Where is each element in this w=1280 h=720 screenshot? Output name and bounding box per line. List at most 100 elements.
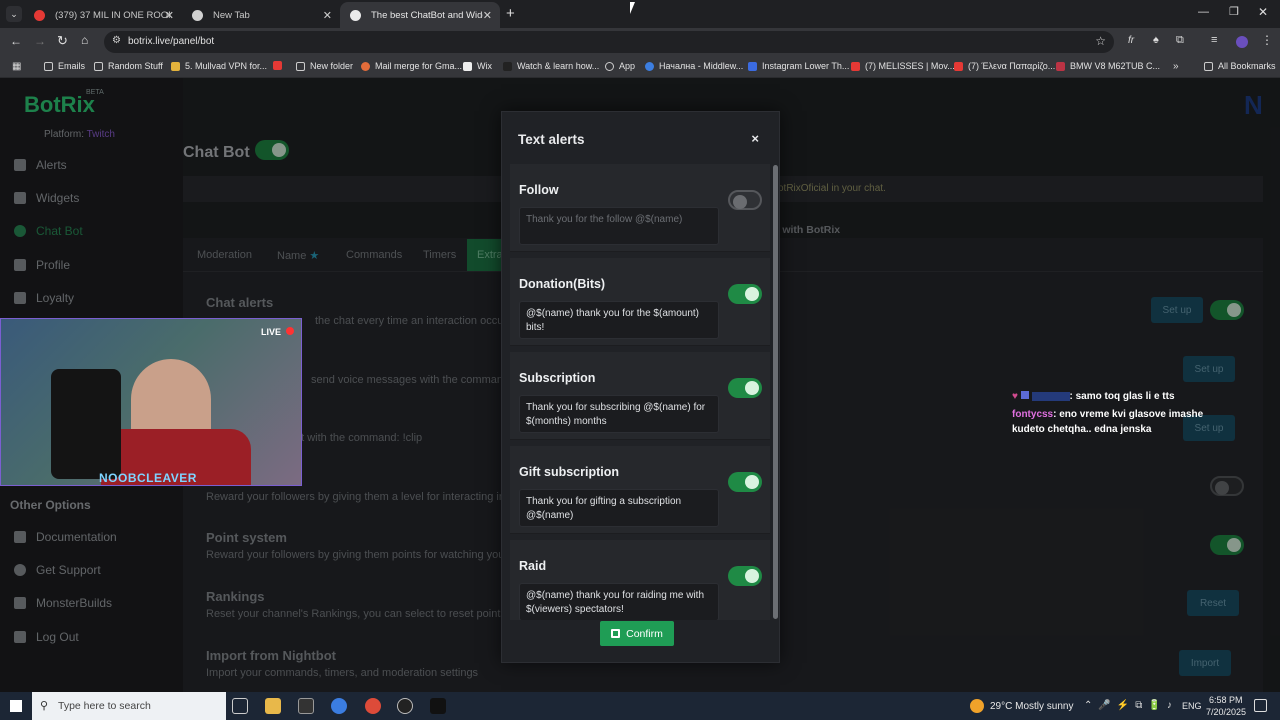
bookmark-random-stuff[interactable]: Random Stuff — [94, 61, 163, 71]
bookmark-label: Начална - Middlew... — [659, 61, 744, 71]
alert-follow: Follow Thank you for the follow @$(name) — [510, 164, 770, 252]
bookmark-label: All Bookmarks — [1218, 61, 1276, 71]
puzzle-icon[interactable]: ⧉ — [1176, 34, 1184, 47]
extension-icon[interactable]: fr — [1128, 35, 1134, 46]
chrome-icon[interactable] — [365, 698, 381, 714]
close-icon[interactable]: ✕ — [483, 9, 492, 22]
browser-tab-1[interactable]: (379) 37 MIL IN ONE ROOM #e ✕ — [24, 2, 182, 28]
toggle-knob — [745, 569, 759, 583]
tab-title: New Tab — [213, 9, 250, 21]
media-icon[interactable]: ≡ — [1211, 34, 1217, 46]
webcam-chair — [51, 369, 121, 479]
browser-tab-2[interactable]: New Tab ✕ — [182, 2, 340, 28]
gift-subscription-toggle[interactable] — [728, 472, 762, 492]
weather-icon — [970, 699, 984, 713]
alert-name: Gift subscription — [519, 465, 619, 479]
bookmark-icon — [503, 61, 512, 71]
chat-text: : samo toq glas li e tts — [1069, 391, 1175, 402]
gift-subscription-message-field[interactable]: Thank you for gifting a subscription @$(… — [519, 489, 719, 527]
obs-icon[interactable] — [397, 698, 413, 714]
back-icon[interactable]: ← — [10, 34, 22, 48]
instagram-icon — [748, 61, 757, 71]
folder-icon — [296, 61, 305, 71]
alerts-list[interactable]: Follow Thank you for the follow @$(name)… — [510, 164, 772, 620]
streamer-name: NOOBCLEAVER — [99, 471, 197, 485]
app-icon[interactable] — [430, 698, 446, 714]
language-indicator[interactable]: ENG — [1182, 701, 1202, 711]
new-tab-button[interactable]: + — [506, 5, 515, 22]
bookmark-label: BMW V8 M62TUB C... — [1070, 61, 1161, 71]
windows-start-icon[interactable] — [10, 700, 22, 712]
weather-text[interactable]: 29°C Mostly sunny — [990, 701, 1073, 712]
close-icon[interactable]: ✕ — [165, 9, 174, 22]
menu-icon[interactable]: ⋮ — [1261, 33, 1273, 47]
scrollbar-thumb[interactable] — [773, 165, 778, 619]
chrome-icon — [192, 9, 203, 21]
bookmark-wix[interactable]: Wix — [463, 61, 492, 71]
toggle-knob — [745, 381, 759, 395]
modal-title: Text alerts — [518, 132, 585, 147]
bookmark-mullvad[interactable]: 5. Mullvad VPN for... — [171, 61, 267, 71]
tab-title: (379) 37 MIL IN ONE ROOM #e — [55, 9, 170, 21]
url-text: botrix.live/panel/bot — [128, 36, 215, 47]
bookmark-youtube[interactable] — [273, 61, 287, 70]
reload-icon[interactable]: ↻ — [57, 33, 68, 49]
browser-tab-3[interactable]: The best ChatBot and Widgets ✕ — [340, 2, 500, 28]
bookmark-bmw[interactable]: BMW V8 M62TUB C... — [1056, 61, 1160, 71]
bookmark-middleware[interactable]: Начална - Middlew... — [645, 61, 743, 71]
star-icon[interactable]: ☆ — [1095, 34, 1106, 48]
minimize-button[interactable]: — — [1198, 6, 1209, 18]
alert-raid: Raid @$(name) thank you for raiding me w… — [510, 540, 770, 620]
bookmark-label: Mail merge for Gma... — [375, 61, 463, 71]
bookmark-app[interactable]: App — [605, 61, 635, 71]
mail-merge-icon — [361, 61, 370, 71]
apps-icon[interactable]: ▦ — [12, 61, 21, 72]
subscription-toggle[interactable] — [728, 378, 762, 398]
modal-scrollbar[interactable] — [773, 165, 778, 619]
clock-time[interactable]: 6:58 PM — [1209, 695, 1243, 705]
raid-toggle[interactable] — [728, 566, 762, 586]
file-explorer-icon[interactable] — [265, 698, 281, 714]
extension-icon[interactable]: ♠ — [1153, 34, 1159, 46]
bookmark-watch-learn[interactable]: Watch & learn how... — [503, 61, 599, 71]
home-icon[interactable]: ⌂ — [81, 33, 88, 47]
bookmark-instagram[interactable]: Instagram Lower Th... — [748, 61, 849, 71]
task-view-icon[interactable] — [232, 698, 248, 714]
notification-icon[interactable] — [1254, 699, 1267, 712]
donation-message-field[interactable]: @$(name) thank you for the $(amount) bit… — [519, 301, 719, 339]
address-bar: ← → ↻ ⌂ ⚙ botrix.live/panel/bot ☆ fr ♠ ⧉… — [0, 28, 1280, 56]
confirm-button[interactable]: Confirm — [600, 621, 674, 646]
site-info-icon[interactable]: ⚙ — [112, 35, 121, 46]
bookmark-emails[interactable]: Emails — [44, 61, 85, 71]
alert-subscription: Subscription Thank you for subscribing @… — [510, 352, 770, 440]
chrome-icon[interactable] — [331, 698, 347, 714]
follow-message-field[interactable]: Thank you for the follow @$(name) — [519, 207, 719, 245]
tab-list-button[interactable]: ⌄ — [6, 6, 22, 22]
raid-message-field[interactable]: @$(name) thank you for raiding me with $… — [519, 583, 719, 620]
close-icon[interactable]: × — [751, 131, 759, 146]
bookmark-melisses[interactable]: (7) MELISSES | Mov... — [851, 61, 955, 71]
avatar[interactable] — [1236, 36, 1248, 48]
donation-toggle[interactable] — [728, 284, 762, 304]
bookmark-all[interactable]: All Bookmarks — [1204, 61, 1276, 71]
bookmark-label: (7) Έλενα Παπαρίζο... — [968, 61, 1056, 71]
maximize-button[interactable]: ❐ — [1229, 5, 1239, 18]
app-icon[interactable] — [298, 698, 314, 714]
window-close-button[interactable]: ✕ — [1258, 5, 1268, 19]
tray-icons[interactable]: ⌃🎤⚡⧉🔋♪ — [1084, 700, 1178, 711]
clock-date[interactable]: 7/20/2025 — [1206, 707, 1246, 717]
alert-name: Raid — [519, 559, 547, 573]
tab-title: The best ChatBot and Widgets — [371, 9, 483, 21]
chevron-right-icon[interactable]: » — [1173, 61, 1179, 72]
url-input[interactable]: ⚙ botrix.live/panel/bot ☆ — [104, 31, 1114, 53]
bookmark-mail-merge[interactable]: Mail merge for Gma... — [361, 61, 462, 71]
bookmark-elena[interactable]: (7) Έλενα Παπαρίζο... — [954, 61, 1055, 71]
bookmark-label: New folder — [310, 61, 354, 71]
subscription-message-field[interactable]: Thank you for subscribing @$(name) for $… — [519, 395, 719, 433]
forward-icon[interactable]: → — [34, 34, 46, 48]
bookmark-new-folder[interactable]: New folder — [296, 61, 353, 71]
follow-toggle[interactable] — [728, 190, 762, 210]
bookmark-label: Wix — [477, 61, 492, 71]
close-icon[interactable]: ✕ — [323, 9, 332, 22]
taskbar-search-input[interactable]: ⚲ Type here to search — [32, 692, 226, 720]
